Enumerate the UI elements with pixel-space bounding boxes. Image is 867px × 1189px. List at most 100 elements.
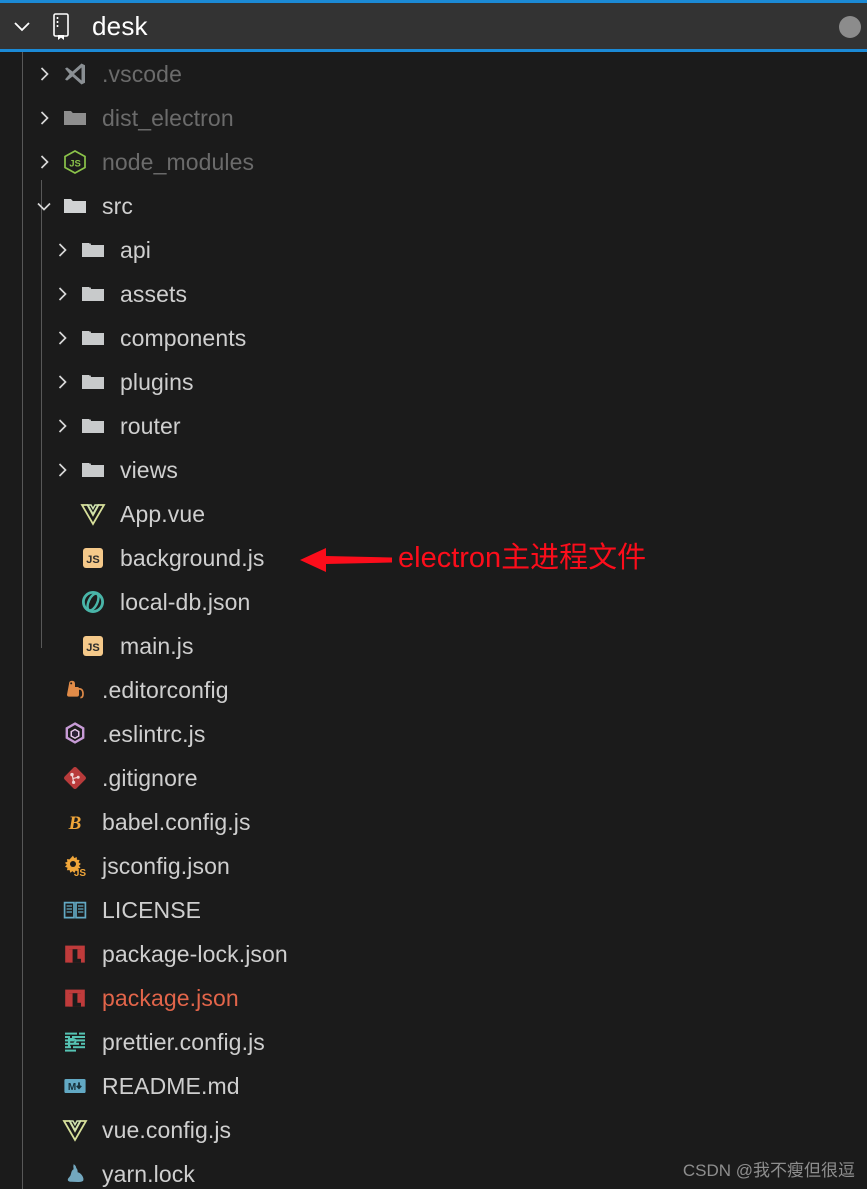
vue-icon xyxy=(76,501,110,527)
tree-row-label: App.vue xyxy=(120,500,206,527)
babel-icon: B xyxy=(58,809,92,835)
prettier-icon: P xyxy=(58,1029,92,1055)
yarn-icon xyxy=(58,1161,92,1187)
markdown-icon: M xyxy=(58,1073,92,1099)
chevron-right-icon[interactable] xyxy=(30,64,58,84)
file-tree: .vscode dist_electron JS node_modulessrc api… xyxy=(0,52,867,1189)
tree-row-label: api xyxy=(120,236,151,263)
folder-icon xyxy=(76,237,110,263)
javascript-icon: JS xyxy=(76,545,110,571)
tree-row-label: vue.config.js xyxy=(102,1116,232,1143)
tree-row-gitignore[interactable]: .gitignore xyxy=(0,756,867,800)
folder-icon-dim xyxy=(58,105,92,131)
chevron-down-icon[interactable] xyxy=(30,196,58,216)
tree-row-label: package.json xyxy=(102,984,239,1011)
annotation-label: electron主进程文件 xyxy=(398,542,647,574)
chevron-right-icon[interactable] xyxy=(48,284,76,304)
editorconfig-icon xyxy=(58,677,92,703)
license-book-icon xyxy=(58,897,92,923)
workspace-folder-icon xyxy=(44,12,78,40)
jsconfig-icon: JS xyxy=(58,853,92,879)
tree-row-label: prettier.config.js xyxy=(102,1028,265,1055)
tree-row-src[interactable]: src xyxy=(0,184,867,228)
npm-icon xyxy=(58,941,92,967)
tree-row-editorconfig[interactable]: .editorconfig xyxy=(0,668,867,712)
file-explorer-panel: desk .vscode dist_electron JS node_moduless… xyxy=(0,0,867,1189)
chevron-right-icon[interactable] xyxy=(30,152,58,172)
tree-row-router[interactable]: router xyxy=(0,404,867,448)
tree-row-package-json[interactable]: package.json xyxy=(0,976,867,1020)
vscode-icon xyxy=(58,61,92,87)
tree-row-label: main.js xyxy=(120,632,194,659)
svg-text:JS: JS xyxy=(69,159,81,170)
tree-row-label: local-db.json xyxy=(120,588,251,615)
lowdb-icon xyxy=(76,589,110,615)
watermark: CSDN @我不瘦但很逗 xyxy=(682,1161,855,1180)
folder-icon xyxy=(76,457,110,483)
folder-icon xyxy=(76,369,110,395)
git-icon xyxy=(58,765,92,791)
page-title: desk xyxy=(92,10,148,41)
svg-text:P: P xyxy=(67,1035,77,1052)
svg-text:JS: JS xyxy=(86,554,99,566)
folder-icon xyxy=(76,413,110,439)
tree-row-license[interactable]: LICENSE xyxy=(0,888,867,932)
chevron-right-icon[interactable] xyxy=(48,240,76,260)
tree-row-label: .eslintrc.js xyxy=(102,720,206,747)
tree-row-main-js[interactable]: JS main.js xyxy=(0,624,867,668)
tree-row-label: assets xyxy=(120,280,188,307)
tree-row-label: package-lock.json xyxy=(102,940,288,967)
tree-row-label: views xyxy=(120,456,179,483)
chevron-right-icon[interactable] xyxy=(48,372,76,392)
tree-row-prettier-config-js[interactable]: Pprettier.config.js xyxy=(0,1020,867,1064)
tree-row-app-vue[interactable]: App.vue xyxy=(0,492,867,536)
tree-row-label: components xyxy=(120,324,247,351)
tree-row-label: background.js xyxy=(120,544,265,571)
tree-row-views[interactable]: views xyxy=(0,448,867,492)
tree-row-plugins[interactable]: plugins xyxy=(0,360,867,404)
tree-row-vscode[interactable]: .vscode xyxy=(0,52,867,96)
chevron-right-icon[interactable] xyxy=(48,328,76,348)
svg-text:M: M xyxy=(68,1082,76,1093)
folder-icon-open xyxy=(58,193,92,219)
left-arrow-icon xyxy=(300,544,392,576)
nodejs-icon: JS xyxy=(58,149,92,175)
tree-row-label: dist_electron xyxy=(102,104,234,131)
tree-row-label: babel.config.js xyxy=(102,808,251,835)
chevron-right-icon[interactable] xyxy=(48,460,76,480)
tree-row-jsconfig-json[interactable]: JS jsconfig.json xyxy=(0,844,867,888)
tree-row-label: LICENSE xyxy=(102,896,202,923)
tree-row-label: router xyxy=(120,412,181,439)
svg-text:B: B xyxy=(68,813,82,834)
tree-row-assets[interactable]: assets xyxy=(0,272,867,316)
chevron-right-icon[interactable] xyxy=(48,416,76,436)
tree-row-babel-config-js[interactable]: Bbabel.config.js xyxy=(0,800,867,844)
chevron-down-icon[interactable] xyxy=(0,15,44,37)
chevron-right-icon[interactable] xyxy=(30,108,58,128)
tree-row-label: .vscode xyxy=(102,60,182,87)
tree-row-label: .gitignore xyxy=(102,764,198,791)
cursor-dot xyxy=(839,16,861,38)
tree-row-eslintrc-js[interactable]: .eslintrc.js xyxy=(0,712,867,756)
tree-row-label: jsconfig.json xyxy=(102,852,230,879)
tree-row-local-db-json[interactable]: local-db.json xyxy=(0,580,867,624)
tree-row-api[interactable]: api xyxy=(0,228,867,272)
folder-icon xyxy=(76,325,110,351)
tree-row-label: plugins xyxy=(120,368,194,395)
tree-row-readme-md[interactable]: M README.md xyxy=(0,1064,867,1108)
npm-icon xyxy=(58,985,92,1011)
tree-row-label: README.md xyxy=(102,1072,240,1099)
tree-row-label: .editorconfig xyxy=(102,676,229,703)
tree-row-dist-electron[interactable]: dist_electron xyxy=(0,96,867,140)
vue-icon xyxy=(58,1117,92,1143)
javascript-icon: JS xyxy=(76,633,110,659)
tree-row-label: node_modules xyxy=(102,148,255,175)
tree-row-vue-config-js[interactable]: vue.config.js xyxy=(0,1108,867,1152)
tree-row-package-lock-json[interactable]: package-lock.json xyxy=(0,932,867,976)
tree-row-label: src xyxy=(102,192,133,219)
svg-text:JS: JS xyxy=(86,642,99,654)
workspace-root-row[interactable]: desk xyxy=(0,0,867,52)
tree-row-components[interactable]: components xyxy=(0,316,867,360)
tree-row-node-modules[interactable]: JS node_modules xyxy=(0,140,867,184)
folder-icon xyxy=(76,281,110,307)
